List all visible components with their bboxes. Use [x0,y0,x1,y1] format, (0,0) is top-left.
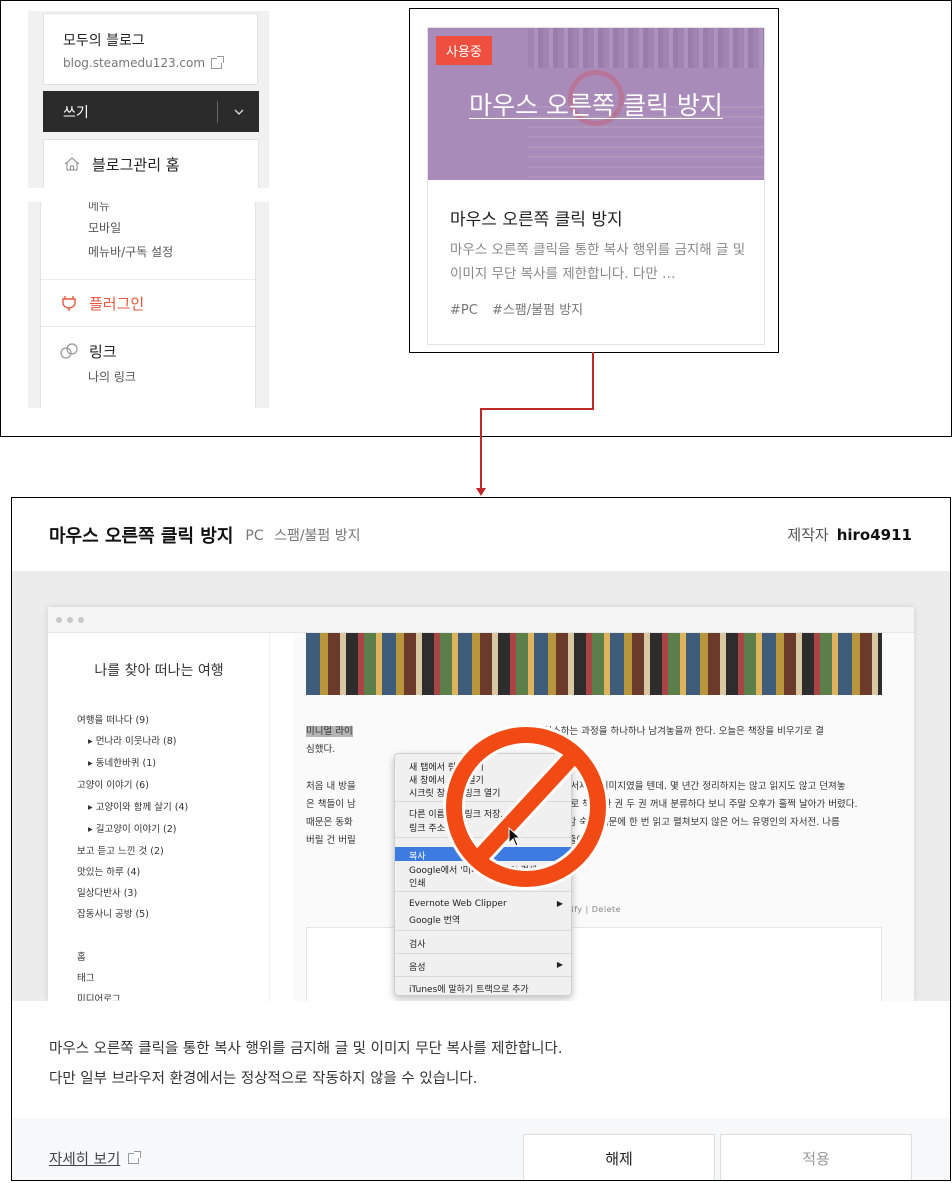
preview-books-photo [306,633,882,695]
plugin-thumbnail: 사용중 마우스 오른쪽 클릭 방지 [428,28,764,180]
category-item: 태그 [77,973,95,984]
release-button[interactable]: 해제 [523,1134,715,1180]
category-item: ▸ 고양이와 함께 살기 (4) [88,802,189,813]
category-item: 고양이 이야기 (6) [77,780,149,791]
connector-line [480,408,594,410]
external-link-icon [211,55,225,69]
write-label: 쓰기 [63,104,89,121]
description-line: 다만 일부 브라우저 환경에서는 정상적으로 작동하지 않을 수 있습니다. [49,1071,478,1087]
modal-description: 마우스 오른쪽 클릭을 통한 복사 행위를 금지해 글 및 이미지 무단 복사를… [49,1034,562,1094]
sidebar-top: 모두의 블로그 blog.steamedu123.com 쓰기 블로그관리 홈 [28,11,269,188]
write-button[interactable]: 쓰기 [43,91,259,132]
maker-label: 제작자 [787,526,829,544]
modal-header: 마우스 오른쪽 클릭 방지 PC 스팸/불펌 방지 제작자 hiro4911 [12,498,950,571]
plugin-label: 플러그인 [89,294,145,313]
menu-item-my-link[interactable]: 나의 링크 [41,365,255,389]
submenu-arrow-icon: ▶ [556,899,563,908]
more-info-link[interactable]: 자세히 보기 [49,1148,142,1169]
thumbnail-books [528,28,764,68]
category-item: 미디어로그 [77,994,121,1001]
preview-image: 나를 찾아 떠나는 여행 여행을 떠나다 (9) ▸ 먼나라 이웃나라 (8) … [12,571,950,1001]
cursor-icon [508,827,522,847]
modal-tags: PC 스팸/불펌 방지 [245,525,366,545]
blog-info[interactable]: 모두의 블로그 blog.steamedu123.com [43,13,258,85]
category-item: 여행을 떠나다 (9) [77,715,149,726]
context-menu-divider [395,930,571,931]
arrow-down-icon [476,488,486,496]
home-icon [64,157,80,171]
plugin-card-frame: 사용중 마우스 오른쪽 클릭 방지 마우스 오른쪽 클릭 방지 마우스 오른쪽 … [409,8,779,353]
window-dot [67,616,73,623]
status-badge: 사용중 [436,36,492,65]
menu-item-menu[interactable]: 메뉴 [41,202,255,216]
plugin-icon [59,293,79,313]
link-icon [59,341,79,361]
highlighted-text: 미니멀 라이 [306,726,353,737]
preview-browser: 나를 찾아 떠나는 여행 여행을 떠나다 (9) ▸ 먼나라 이웃나라 (8) … [48,607,914,1001]
sidebar-item-plugin[interactable]: 플러그인 [41,280,255,326]
modal-footer: 자세히 보기 해제 적용 [12,1118,950,1180]
home-label: 블로그관리 홈 [92,155,180,174]
context-menu-divider [395,891,571,892]
maker-name: hiro4911 [836,526,912,544]
chevron-down-icon[interactable] [218,109,259,115]
category-item: ▸ 동네한바퀴 (1) [88,758,156,769]
top-panel: 모두의 블로그 blog.steamedu123.com 쓰기 블로그관리 홈 … [0,0,952,437]
menu-item-mobile[interactable]: 모바일 [41,216,255,240]
category-item: 맛있는 하루 (4) [77,867,141,878]
tag: #PC [450,303,478,318]
preview-comment-box [306,927,882,1001]
external-link-icon [128,1151,142,1164]
context-menu-divider [395,976,571,977]
preview-sidebar: 나를 찾아 떠나는 여행 여행을 떠나다 (9) ▸ 먼나라 이웃나라 (8) … [48,633,270,1001]
category-item: 잡동사니 공방 (5) [77,909,149,920]
context-menu-item: iTunes에 말하기 트랙으로 추가 [409,985,529,995]
menu-card: 메뉴 모바일 메뉴바/구독 설정 플러그인 링크 나의 링크 [40,202,256,408]
category-item: 일상다반사 (3) [77,888,138,899]
sidebar-menu: 메뉴 모바일 메뉴바/구독 설정 플러그인 링크 나의 링크 [28,202,269,408]
window-dot [78,616,84,623]
context-menu-divider [395,953,571,954]
blog-url-text: blog.steamedu123.com [63,56,206,70]
modal-title: 마우스 오른쪽 클릭 방지 [49,525,234,547]
category-item: ▸ 먼나라 이웃나라 (8) [88,736,177,747]
context-menu-item: 음성 [409,963,426,973]
context-menu-item: 복사 [409,852,426,862]
description-line: 마우스 오른쪽 클릭을 통한 복사 행위를 금지해 글 및 이미지 무단 복사를… [49,1041,563,1057]
plugin-title: 마우스 오른쪽 클릭 방지 [450,210,623,230]
menu-item-menubar[interactable]: 메뉴바/구독 설정 [41,240,255,264]
plugin-card[interactable]: 사용중 마우스 오른쪽 클릭 방지 마우스 오른쪽 클릭 방지 마우스 오른쪽 … [427,27,765,345]
submenu-arrow-icon: ▶ [556,960,563,969]
blog-name: 모두의 블로그 [63,33,145,49]
connector-line [592,352,594,409]
context-menu-item: 검사 [409,940,426,950]
link-label: 링크 [89,342,117,361]
more-link-label: 자세히 보기 [49,1152,121,1168]
tag: 스팸/불펌 방지 [274,527,361,544]
category-item: 보고 듣고 느낀 것 (2) [77,846,164,857]
tag: #스팸/불펌 방지 [491,303,584,318]
browser-titlebar [48,607,914,633]
sidebar-item-home[interactable]: 블로그관리 홈 [43,139,259,188]
context-menu-item: Google 번역 [409,916,461,926]
thumbnail-title: 마우스 오른쪽 클릭 방지 [469,91,723,120]
category-item: 홈 [77,952,86,963]
tag: PC [245,527,264,544]
connector-line [480,408,482,489]
maker-info: 제작자 hiro4911 [787,524,912,545]
plugin-tags: #PC #스팸/불펌 방지 [450,299,593,318]
category-item: ▸ 길고양이 이야기 (2) [88,824,177,835]
context-menu-item: 인쇄 [409,879,426,889]
blog-url[interactable]: blog.steamedu123.com [63,55,257,70]
plugin-detail-modal: 마우스 오른쪽 클릭 방지 PC 스팸/불펌 방지 제작자 hiro4911 나를… [11,497,951,1181]
context-menu-item: Evernote Web Clipper [409,899,507,909]
ban-icon [443,724,609,890]
preview-blog-title: 나를 찾아 떠나는 여행 [94,663,224,679]
apply-button[interactable]: 적용 [720,1134,912,1180]
window-dot [56,616,62,623]
divider [41,326,255,327]
plugin-description: 마우스 오른쪽 클릭을 통한 복사 행위를 금지해 글 및 이미지 무단 복사를… [450,242,746,282]
